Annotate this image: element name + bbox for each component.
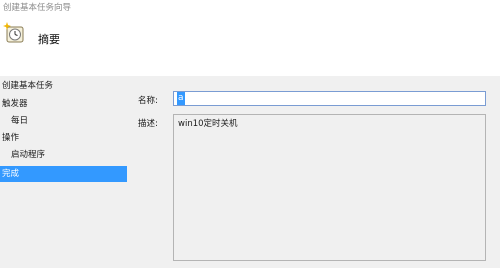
wizard-header: 摘要 — [0, 16, 500, 76]
step-create-basic-task[interactable]: 创建基本任务 — [0, 78, 127, 94]
description-label: 描述: — [138, 119, 158, 129]
wizard-steps-sidebar: 创建基本任务 触发器 每日 操作 启动程序 完成 — [0, 76, 127, 268]
name-label: 名称: — [138, 96, 158, 106]
step-action[interactable]: 操作 — [0, 130, 127, 146]
step-trigger[interactable]: 触发器 — [0, 96, 127, 112]
task-scheduler-icon — [3, 22, 24, 43]
window-title: 创建基本任务向导 — [3, 3, 72, 13]
name-input-value: a — [177, 92, 185, 105]
description-value: win10定时关机 — [178, 119, 238, 129]
step-finish[interactable]: 完成 — [0, 166, 127, 182]
step-daily[interactable]: 每日 — [0, 113, 136, 129]
title-bar: 创建基本任务向导 — [0, 0, 500, 16]
page-title: 摘要 — [38, 33, 60, 46]
wizard-content: 创建基本任务 触发器 每日 操作 启动程序 完成 名称: a 描述: win10… — [0, 76, 500, 268]
name-input[interactable]: a — [173, 91, 486, 106]
description-textarea[interactable]: win10定时关机 — [173, 114, 486, 261]
step-start-program[interactable]: 启动程序 — [0, 147, 136, 163]
